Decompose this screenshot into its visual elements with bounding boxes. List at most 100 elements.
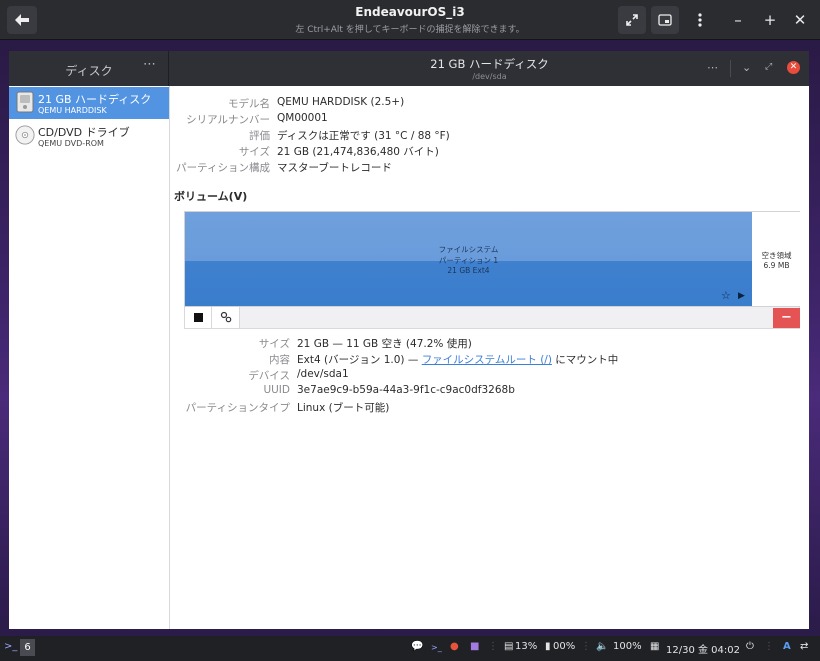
volume-level[interactable]: 100% [613,641,642,652]
info-partitioning-label-cell: パーティション構成 [170,160,270,174]
battery-icon: ▮ [545,641,551,652]
pinfo-uuid-label-cell: UUID [170,384,290,398]
drive-name: 21 GB ハードディスク [38,93,152,106]
drive-model: QEMU HARDDISK [38,106,107,115]
pinfo-type-value: Linux (ブート可能) [297,402,390,414]
info-label: 評価 [249,130,270,142]
partition-size-label: 21 GB Ext4 [447,266,490,275]
kebab-menu-icon [698,13,702,27]
info-label: モデル名 [228,98,270,110]
info-label: UUID [263,384,290,396]
expand-icon [626,14,638,26]
info-label: パーティションタイプ [185,402,290,414]
pinfo-size-label-cell: サイズ [170,336,290,350]
info-serial-value: QM00001 [277,112,328,124]
screenshot-button[interactable] [651,6,679,34]
window-close-button[interactable]: ✕ [787,61,800,74]
cpu-usage: 13% [515,641,538,652]
volume-icon[interactable]: 🔈 [596,641,608,652]
vm-titlebar: EndeavourOS_i3 左 Ctrl+Alt を押してキーボードの捕捉を解… [0,0,820,40]
info-model-value: QEMU HARDDISK (2.5+) [277,96,405,108]
separator: ⋮ [581,641,591,652]
header-separator [730,60,731,77]
play-icon: ▶ [738,291,745,301]
window-maximize-button[interactable]: ⤢ [765,62,772,72]
volume-map: ファイルシステム パーティション 1 21 GB Ext4 ☆ ▶ 空き領域 6… [184,211,800,307]
volume-toolbar: − [184,307,800,329]
partition-1-block[interactable]: ファイルシステム パーティション 1 21 GB Ext4 ☆ ▶ [185,212,752,306]
hard-disk-icon [16,91,34,113]
free-space-block[interactable]: 空き領域 6.9 MB [753,212,800,306]
info-assessment-value: ディスクは正常です (31 °C / 88 °F) [277,130,450,142]
workspace-6-button[interactable]: 6 [20,639,35,656]
drive-item-hard-disk[interactable]: 21 GB ハードディスク QEMU HARDDISK [9,87,169,119]
delete-partition-button[interactable]: − [773,308,800,328]
vm-minimize-button[interactable]: – [724,6,752,34]
sidebar-header: ディスク ⋯ [9,51,169,86]
contents-suffix: にマウント中 [551,354,619,366]
chat-icon[interactable]: 💬 [411,641,423,652]
partition-options-button[interactable] [212,307,240,328]
info-label: デバイス [248,370,290,382]
stop-icon [194,313,203,322]
separator: ⋮ [764,641,774,652]
unmount-button[interactable] [185,307,212,328]
power-icon[interactable]: ⏻ [746,641,754,652]
network-icon[interactable]: ⇄ [800,641,808,652]
screenshot-icon [658,14,672,26]
info-label: サイズ [258,338,290,350]
terminal-icon[interactable]: >_ [4,641,17,652]
drive-model: QEMU DVD-ROM [38,139,104,148]
drive-name: CD/DVD ドライブ [38,126,130,139]
info-partitioning-value: マスターブートレコード [277,162,392,174]
battery-level: 00% [553,641,576,652]
free-space-label: 空き領域 [761,251,792,260]
info-label: パーティション構成 [176,162,270,174]
pinfo-uuid-value: 3e7ae9c9-b59a-44a3-9f1c-c9ac0df3268b [297,384,515,396]
contents-prefix: Ext4 (バージョン 1.0) — [297,354,422,366]
expand-button[interactable] [618,6,646,34]
header-bar: ディスク ⋯ 21 GB ハードディスク /dev/sda ⋯ ⌄ ⤢ ✕ [9,51,809,86]
pinfo-device-label-cell: デバイス [170,368,290,382]
free-space-size: 6.9 MB [763,261,790,270]
drive-list: 21 GB ハードディスク QEMU HARDDISK CD/DVD ドライブ … [9,86,170,629]
vm-close-button[interactable]: ✕ [786,6,814,34]
info-assessment-label-cell: 評価 [170,128,270,142]
pinfo-device-value: /dev/sda1 [297,368,349,380]
partition-name-label: パーティション 1 [438,256,499,265]
vm-menu-button[interactable] [686,6,714,34]
calendar-icon: ▦ [650,641,660,652]
date-time[interactable]: 12/30 金 04:02 [666,641,740,656]
gears-icon [220,311,231,323]
terminal-small-icon[interactable]: >_ [431,643,442,652]
info-model-label-cell: モデル名 [170,96,270,110]
input-method-indicator[interactable]: A [783,641,791,652]
optical-disc-icon [15,125,35,145]
disks-window: ディスク ⋯ 21 GB ハードディスク /dev/sda ⋯ ⌄ ⤢ ✕ 21… [9,51,809,629]
window-minimize-button[interactable]: ⌄ [742,61,751,74]
sidebar-menu-button[interactable]: ⋯ [143,57,156,72]
mount-point-link[interactable]: ファイルシステムルート (/) [422,354,552,366]
partition-type-label: ファイルシステム [438,245,499,254]
pinfo-contents-value: Ext4 (バージョン 1.0) — ファイルシステムルート (/) にマウント… [297,352,618,367]
info-size-label-cell: サイズ [170,144,270,158]
info-label: サイズ [238,146,270,158]
info-size-value: 21 GB (21,474,836,480 バイト) [277,146,439,158]
info-label: 内容 [269,354,290,366]
info-serial-label-cell: シリアルナンバー [170,112,270,126]
drive-details: モデル名 QEMU HARDDISK (2.5+) シリアルナンバー QM000… [170,86,809,629]
folder-icon[interactable]: ■ [470,641,479,652]
i3-status-bar: >_ 6 💬 >_ ● ■ ⋮ ▤ 13% ▮ 00% ⋮ 🔈 100% ▦ 1… [0,636,820,661]
pinfo-contents-label-cell: 内容 [170,352,290,366]
drive-options-button[interactable]: ⋯ [707,61,718,74]
pinfo-size-value: 21 GB — 11 GB 空き (47.2% 使用) [297,338,472,350]
cpu-icon: ▤ [504,641,514,652]
info-label: シリアルナンバー [186,114,270,126]
vm-maximize-button[interactable]: + [756,6,784,34]
browser-icon[interactable]: ● [450,641,459,652]
separator: ⋮ [488,641,498,652]
star-icon: ☆ [721,289,731,302]
drive-item-optical[interactable]: CD/DVD ドライブ QEMU DVD-ROM [9,120,169,152]
volumes-heading: ボリューム(V) [174,190,248,203]
pinfo-type-label-cell: パーティションタイプ [170,400,290,414]
